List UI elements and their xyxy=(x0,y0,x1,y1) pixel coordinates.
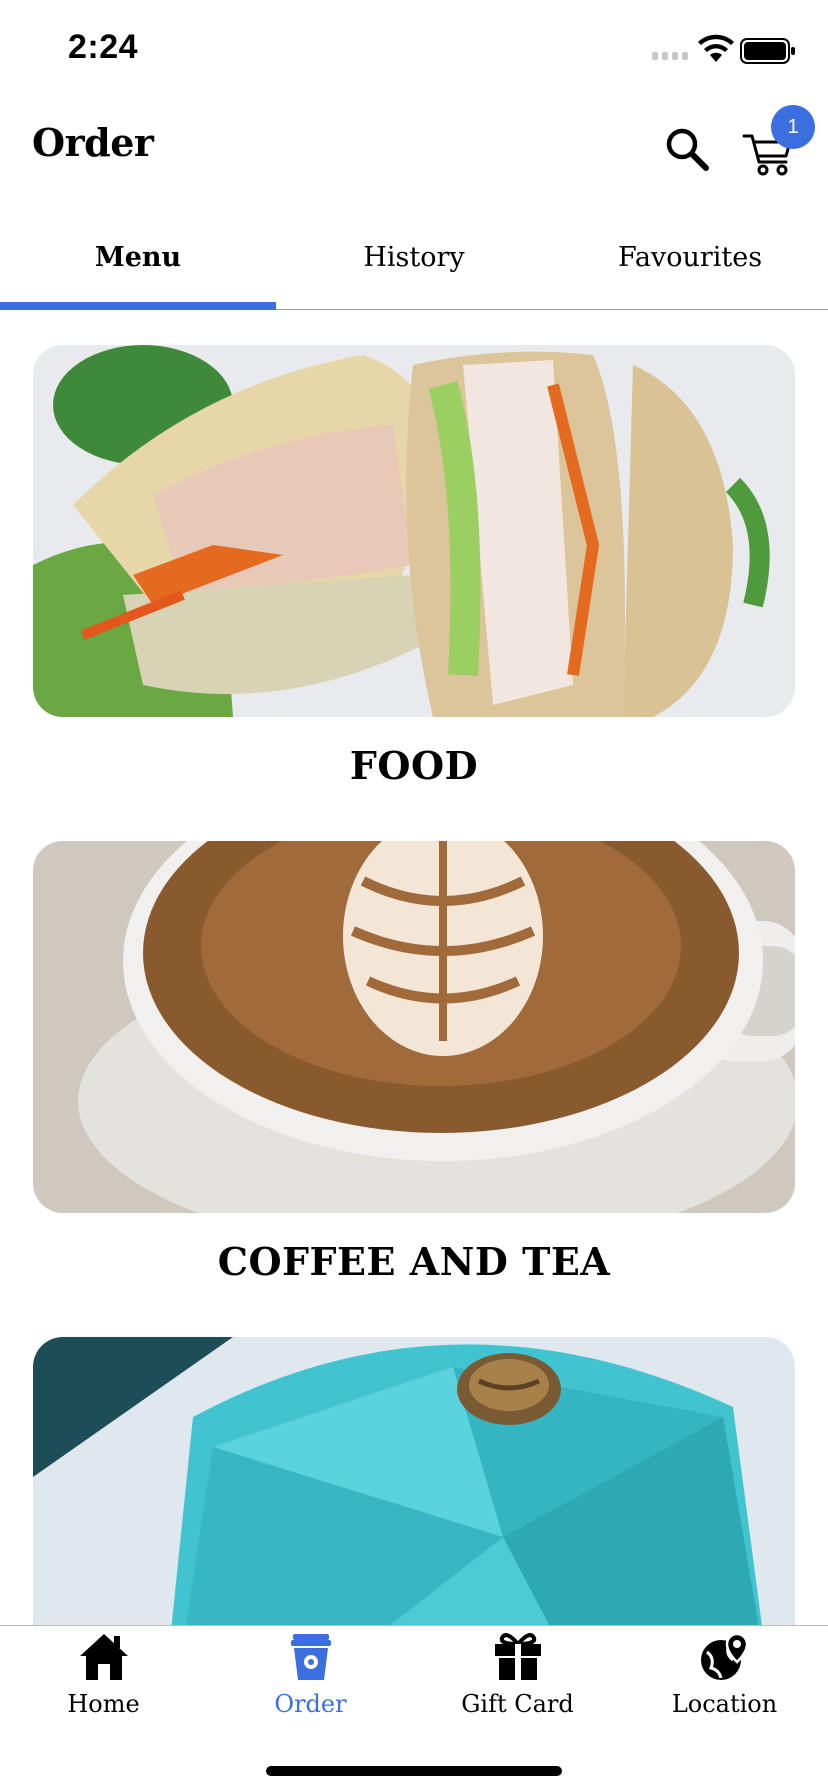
coffee-cup-icon xyxy=(291,1634,331,1680)
signal-icon xyxy=(652,52,688,60)
category-card-food[interactable]: FOOD xyxy=(33,345,795,788)
home-indicator[interactable] xyxy=(266,1766,562,1776)
sandwich-photo[interactable] xyxy=(33,345,795,717)
tab-favourites[interactable]: Favourites xyxy=(552,220,828,309)
category-card-coffee-and-tea[interactable]: COFFEE AND TEA xyxy=(33,841,795,1284)
status-bar: 2:24 xyxy=(0,0,828,100)
nav-gift-card[interactable]: Gift Card xyxy=(414,1626,621,1746)
search-icon[interactable] xyxy=(664,126,710,172)
nav-home[interactable]: Home xyxy=(0,1626,207,1746)
tab-bar: Menu History Favourites xyxy=(0,220,828,310)
latte-photo[interactable] xyxy=(33,841,795,1213)
tab-history[interactable]: History xyxy=(276,220,552,309)
home-icon xyxy=(80,1634,128,1680)
status-time: 2:24 xyxy=(68,28,139,66)
cart-count-badge[interactable]: 1 xyxy=(771,105,815,149)
nav-gift-card-label: Gift Card xyxy=(461,1690,574,1718)
battery-icon xyxy=(740,38,795,64)
page-title: Order xyxy=(32,120,154,165)
globe-pin-icon xyxy=(701,1632,749,1680)
wifi-icon xyxy=(698,34,734,62)
nav-order-label: Order xyxy=(274,1690,347,1718)
nav-location-label: Location xyxy=(671,1690,778,1718)
nav-order[interactable]: Order xyxy=(207,1626,414,1746)
nav-location[interactable]: Location xyxy=(621,1626,828,1746)
tab-menu[interactable]: Menu xyxy=(0,220,276,310)
nav-home-label: Home xyxy=(67,1690,140,1718)
category-label-coffee-and-tea: COFFEE AND TEA xyxy=(217,1239,611,1284)
header: Order xyxy=(0,100,828,200)
category-label-food: FOOD xyxy=(349,743,479,788)
gift-icon xyxy=(495,1633,541,1680)
